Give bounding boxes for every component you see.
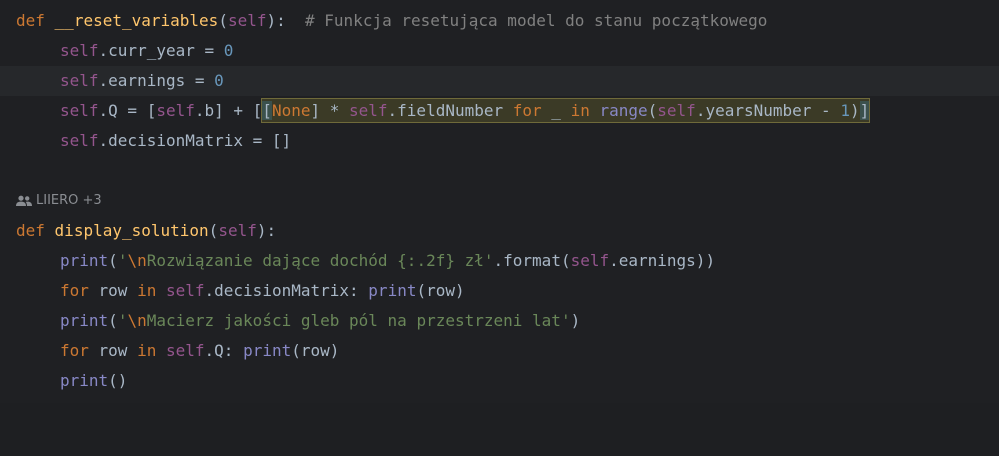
code-line-10[interactable]: print('\nMacierz jakości gleb pól na prz… bbox=[0, 306, 999, 336]
code-editor[interactable]: def __reset_variables(self): # Funkcja r… bbox=[0, 0, 999, 403]
highlighted-expression: [None] * self.fieldNumber for _ in range… bbox=[261, 98, 871, 123]
keyword-def: def bbox=[16, 11, 45, 30]
code-line-5[interactable]: self.decisionMatrix = [] bbox=[0, 126, 999, 156]
function-name: display_solution bbox=[54, 221, 209, 240]
code-comment: # Funkcja resetująca model do stanu pocz… bbox=[305, 11, 768, 30]
code-line-4[interactable]: self.Q = [self.b] + [[None] * self.field… bbox=[0, 96, 999, 126]
code-line-2[interactable]: self.curr_year = 0 bbox=[0, 36, 999, 66]
author-hint[interactable]: LIIERO +3 bbox=[16, 191, 102, 211]
code-line-12[interactable]: print() bbox=[0, 366, 999, 396]
author-hint-text: LIIERO +3 bbox=[36, 193, 102, 208]
code-line-9[interactable]: for row in self.decisionMatrix: print(ro… bbox=[0, 276, 999, 306]
code-line-1[interactable]: def __reset_variables(self): # Funkcja r… bbox=[0, 6, 999, 36]
code-line-11[interactable]: for row in self.Q: print(row) bbox=[0, 336, 999, 366]
function-name: __reset_variables bbox=[54, 11, 219, 30]
code-line-7[interactable]: def display_solution(self): bbox=[0, 216, 999, 246]
param-self: self bbox=[227, 11, 267, 30]
code-line-3[interactable]: self.earnings = 0 bbox=[0, 66, 999, 96]
code-line-8[interactable]: print('\nRozwiązanie dające dochód {:.2f… bbox=[0, 246, 999, 276]
people-icon bbox=[16, 195, 32, 207]
